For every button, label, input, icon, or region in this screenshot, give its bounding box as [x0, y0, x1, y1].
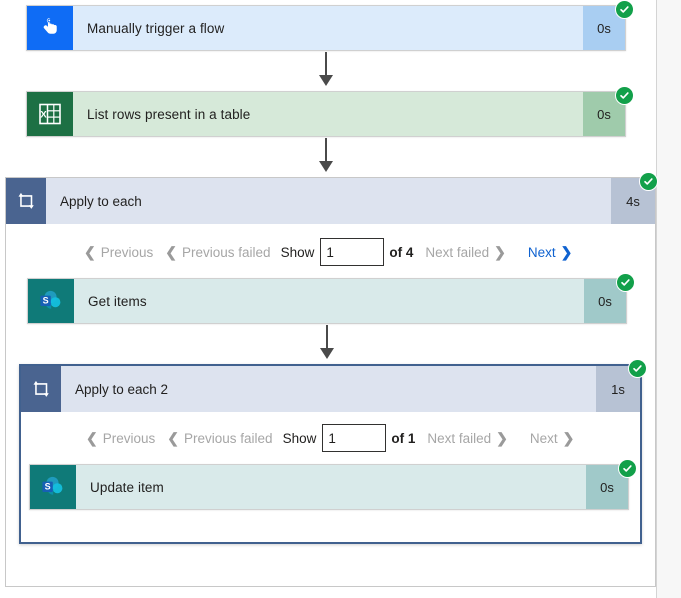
pager-next-button[interactable]: Next ❯ [522, 243, 579, 262]
scope-header-apply-to-each-2[interactable]: Apply to each 2 1s [21, 366, 640, 412]
check-icon [633, 365, 642, 372]
pager-of-label: of 4 [384, 245, 419, 260]
pager-previous-label: Previous [100, 244, 154, 260]
chevron-left-icon: ❮ [167, 430, 179, 446]
pager-page-input[interactable] [320, 238, 385, 266]
connector-arrow-2 [314, 138, 338, 174]
chevron-left-icon: ❮ [86, 430, 98, 446]
chevron-right-icon: ❯ [562, 430, 575, 446]
action-title: Get items [88, 293, 147, 309]
scope-apply-to-each-2: Apply to each 2 1s ❮ Previous ❮ Previous… [19, 364, 642, 544]
pager-apply-to-each: ❮ Previous ❮ Previous failed Show of 4 N… [78, 238, 578, 266]
pager-previous-failed-button[interactable]: ❮ Previous failed [159, 243, 276, 262]
svg-text:X: X [40, 109, 47, 120]
chevron-left-icon: ❮ [84, 244, 96, 260]
action-title: List rows present in a table [87, 106, 251, 122]
panel-right-gutter [656, 0, 681, 598]
action-title: Update item [90, 479, 164, 495]
pager-previous-button[interactable]: ❮ Previous [80, 429, 161, 448]
status-badge-succeeded [618, 459, 637, 478]
action-card-list-rows-present-in-a-table[interactable]: X List rows present in a table 0s [26, 91, 626, 137]
scope-header-apply-to-each[interactable]: Apply to each 4s [6, 178, 655, 224]
pager-next-label: Next [527, 244, 556, 260]
scope-title: Apply to each 2 [75, 381, 169, 397]
scope-apply-to-each: Apply to each 4s ❮ Previous ❮ Previous f… [5, 177, 656, 587]
check-icon [644, 178, 653, 185]
pager-of-word: of [391, 430, 405, 446]
action-title: Manually trigger a flow [87, 20, 225, 36]
status-badge-succeeded [615, 0, 634, 19]
svg-text:S: S [45, 481, 51, 491]
pager-page-input[interactable] [322, 424, 387, 452]
pager-next-button[interactable]: Next ❯ [524, 429, 581, 448]
pager-apply-to-each-2: ❮ Previous ❮ Previous failed Show of 1 N… [80, 424, 580, 452]
check-icon [621, 279, 630, 286]
pager-total-pages: 1 [407, 430, 416, 446]
check-icon [623, 465, 632, 472]
check-icon [620, 6, 629, 13]
pager-previous-button[interactable]: ❮ Previous [78, 243, 159, 262]
pager-of-word: of [389, 244, 403, 260]
status-badge-succeeded [639, 172, 658, 191]
pager-of-label: of 1 [386, 431, 421, 446]
action-card-update-item[interactable]: S Update item 0s [29, 464, 629, 510]
status-badge-succeeded [616, 273, 635, 292]
status-badge-succeeded [615, 86, 634, 105]
touch-hand-icon [27, 6, 73, 50]
pager-previous-failed-label: Previous failed [184, 430, 273, 446]
pager-next-failed-button[interactable]: Next failed ❯ [419, 243, 512, 262]
pager-next-failed-label: Next failed [427, 430, 492, 446]
check-icon [620, 92, 629, 99]
chevron-right-icon: ❯ [494, 244, 506, 260]
svg-text:S: S [43, 295, 49, 305]
chevron-right-icon: ❯ [560, 244, 573, 260]
pager-total-pages: 4 [405, 244, 414, 260]
scope-title: Apply to each [60, 193, 142, 209]
pager-next-failed-label: Next failed [425, 244, 490, 260]
loop-icon [21, 366, 61, 412]
status-badge-succeeded [628, 359, 647, 378]
connector-arrow-1 [314, 52, 338, 88]
pager-next-failed-button[interactable]: Next failed ❯ [421, 429, 514, 448]
loop-icon [6, 178, 46, 224]
sharepoint-icon: S [28, 279, 74, 323]
pager-show-label: Show [282, 430, 317, 446]
excel-icon: X [27, 92, 73, 136]
chevron-left-icon: ❮ [165, 244, 177, 260]
sharepoint-icon: S [30, 465, 76, 509]
pager-previous-failed-label: Previous failed [182, 244, 271, 260]
pager-previous-label: Previous [102, 430, 156, 446]
chevron-right-icon: ❯ [496, 430, 508, 446]
action-card-get-items[interactable]: S Get items 0s [27, 278, 627, 324]
flow-run-canvas: Manually trigger a flow 0s X List rows p… [0, 0, 681, 598]
action-card-manually-trigger-a-flow[interactable]: Manually trigger a flow 0s [26, 5, 626, 51]
pager-previous-failed-button[interactable]: ❮ Previous failed [161, 429, 278, 448]
pager-next-label: Next [529, 430, 558, 446]
pager-show-label: Show [280, 244, 315, 260]
connector-arrow-3 [315, 325, 339, 361]
